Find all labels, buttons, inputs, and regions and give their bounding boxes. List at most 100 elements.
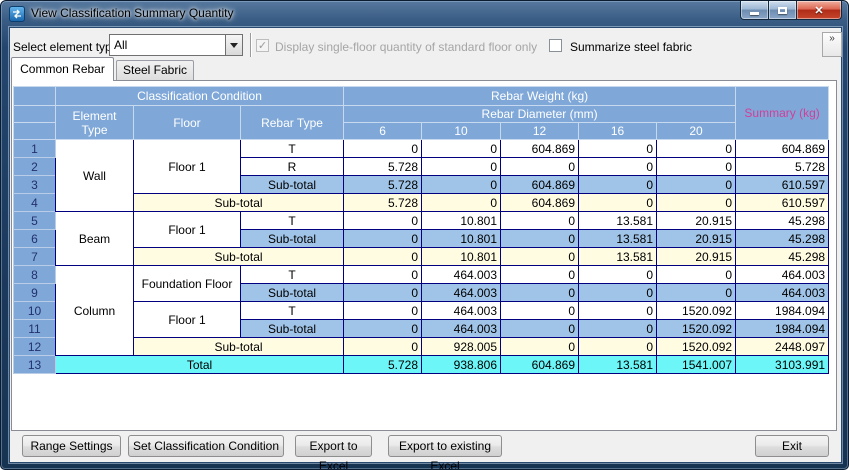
value-cell[interactable]: 0 — [579, 302, 657, 320]
element-type-cell[interactable]: Column — [56, 266, 134, 356]
value-cell[interactable]: 0 — [344, 302, 422, 320]
value-cell[interactable]: 1520.092 — [657, 320, 736, 338]
row-number[interactable]: 1 — [14, 140, 56, 158]
rebar-type-cell[interactable]: T — [241, 302, 344, 320]
value-cell[interactable]: 10.801 — [422, 230, 501, 248]
value-cell[interactable]: 0 — [344, 284, 422, 302]
value-cell[interactable]: 0 — [657, 140, 736, 158]
element-type-cell[interactable]: Wall — [56, 140, 134, 212]
rebar-type-cell[interactable]: T — [241, 266, 344, 284]
subtotal-cell[interactable]: Sub-total — [134, 338, 344, 356]
summary-cell[interactable]: 604.869 — [736, 140, 829, 158]
floor-cell[interactable]: Foundation Floor — [134, 266, 241, 302]
value-cell[interactable]: 928.005 — [422, 338, 501, 356]
value-cell[interactable]: 0 — [579, 194, 657, 212]
value-cell[interactable]: 20.915 — [657, 212, 736, 230]
element-type-dropdown[interactable]: All — [109, 34, 243, 56]
value-cell[interactable]: 0 — [501, 230, 579, 248]
subtotal-cell[interactable]: Sub-total — [241, 320, 344, 338]
value-cell[interactable]: 464.003 — [422, 266, 501, 284]
value-cell[interactable]: 0 — [501, 212, 579, 230]
summary-cell[interactable]: 1984.094 — [736, 320, 829, 338]
value-cell[interactable]: 0 — [344, 140, 422, 158]
row-number[interactable]: 2 — [14, 158, 56, 176]
row-number[interactable]: 8 — [14, 266, 56, 284]
value-cell[interactable]: 0 — [344, 266, 422, 284]
value-cell[interactable]: 0 — [344, 212, 422, 230]
value-cell[interactable]: 20.915 — [657, 230, 736, 248]
value-cell[interactable]: 0 — [579, 320, 657, 338]
value-cell[interactable]: 10.801 — [422, 248, 501, 266]
exit-button[interactable]: Exit — [755, 435, 829, 457]
summary-cell[interactable]: 3103.991 — [736, 356, 829, 374]
tab-common-rebar[interactable]: Common Rebar — [11, 57, 114, 81]
value-cell[interactable]: 0 — [657, 194, 736, 212]
value-cell[interactable]: 0 — [501, 266, 579, 284]
value-cell[interactable]: 1520.092 — [657, 302, 736, 320]
row-number[interactable]: 13 — [14, 356, 56, 374]
value-cell[interactable]: 0 — [422, 140, 501, 158]
value-cell[interactable]: 0 — [657, 284, 736, 302]
value-cell[interactable]: 20.915 — [657, 248, 736, 266]
value-cell[interactable]: 604.869 — [501, 356, 579, 374]
rebar-type-cell[interactable]: R — [241, 158, 344, 176]
value-cell[interactable]: 604.869 — [501, 140, 579, 158]
value-cell[interactable]: 1541.007 — [657, 356, 736, 374]
titlebar[interactable]: View Classification Summary Quantity ✕ — [1, 1, 848, 27]
row-number[interactable]: 9 — [14, 284, 56, 302]
value-cell[interactable]: 13.581 — [579, 248, 657, 266]
row-number[interactable]: 12 — [14, 338, 56, 356]
expand-more-button[interactable]: » — [822, 32, 842, 57]
value-cell[interactable]: 13.581 — [579, 212, 657, 230]
rebar-type-cell[interactable]: T — [241, 140, 344, 158]
maximize-button[interactable] — [769, 1, 797, 20]
value-cell[interactable]: 5.728 — [344, 194, 422, 212]
value-cell[interactable]: 0 — [579, 176, 657, 194]
floor-cell[interactable]: Floor 1 — [134, 212, 241, 248]
single-floor-checkbox[interactable]: ✓ — [256, 39, 269, 52]
value-cell[interactable]: 0 — [579, 284, 657, 302]
summary-cell[interactable]: 1984.094 — [736, 302, 829, 320]
value-cell[interactable]: 0 — [501, 302, 579, 320]
value-cell[interactable]: 464.003 — [422, 284, 501, 302]
value-cell[interactable]: 13.581 — [579, 356, 657, 374]
value-cell[interactable]: 0 — [422, 158, 501, 176]
value-cell[interactable]: 604.869 — [501, 176, 579, 194]
set-classification-condition-button[interactable]: Set Classification Condition — [128, 435, 284, 457]
value-cell[interactable]: 13.581 — [579, 230, 657, 248]
value-cell[interactable]: 0 — [344, 320, 422, 338]
summary-cell[interactable]: 5.728 — [736, 158, 829, 176]
summary-cell[interactable]: 464.003 — [736, 284, 829, 302]
value-cell[interactable]: 0 — [501, 320, 579, 338]
element-type-cell[interactable]: Beam — [56, 212, 134, 266]
subtotal-cell[interactable]: Sub-total — [241, 284, 344, 302]
value-cell[interactable]: 0 — [657, 176, 736, 194]
subtotal-cell[interactable]: Sub-total — [134, 194, 344, 212]
value-cell[interactable]: 0 — [344, 338, 422, 356]
tab-steel-fabric[interactable]: Steel Fabric — [116, 60, 194, 81]
value-cell[interactable]: 0 — [344, 230, 422, 248]
row-number[interactable]: 11 — [14, 320, 56, 338]
value-cell[interactable]: 0 — [501, 338, 579, 356]
row-number[interactable]: 6 — [14, 230, 56, 248]
export-to-excel-button[interactable]: Export to Excel — [295, 435, 372, 457]
value-cell[interactable]: 10.801 — [422, 212, 501, 230]
value-cell[interactable]: 0 — [579, 266, 657, 284]
total-cell[interactable]: Total — [56, 356, 344, 374]
summary-cell[interactable]: 610.597 — [736, 194, 829, 212]
value-cell[interactable]: 0 — [422, 194, 501, 212]
value-cell[interactable]: 604.869 — [501, 194, 579, 212]
summary-cell[interactable]: 45.298 — [736, 230, 829, 248]
summary-cell[interactable]: 464.003 — [736, 266, 829, 284]
value-cell[interactable]: 0 — [501, 248, 579, 266]
row-number[interactable]: 7 — [14, 248, 56, 266]
value-cell[interactable]: 5.728 — [344, 158, 422, 176]
value-cell[interactable]: 0 — [579, 140, 657, 158]
subtotal-cell[interactable]: Sub-total — [134, 248, 344, 266]
value-cell[interactable]: 0 — [579, 338, 657, 356]
row-number[interactable]: 4 — [14, 194, 56, 212]
row-number[interactable]: 10 — [14, 302, 56, 320]
row-number[interactable]: 3 — [14, 176, 56, 194]
summary-cell[interactable]: 610.597 — [736, 176, 829, 194]
chevron-down-icon[interactable] — [225, 35, 242, 55]
